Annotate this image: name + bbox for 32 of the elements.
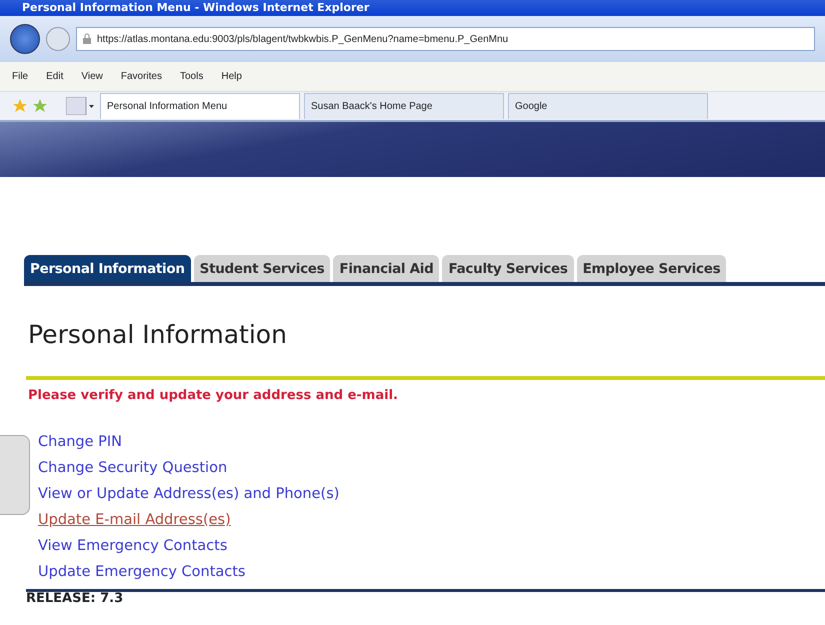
nav-tab[interactable]: Student Services (194, 255, 330, 282)
nav-tab[interactable]: Financial Aid (333, 255, 440, 282)
release-label: RELEASE: 7.3 (26, 589, 825, 606)
menu-link[interactable]: Change PIN (38, 429, 340, 456)
tab-list-icon[interactable] (66, 97, 96, 115)
notice-text: Please verify and update your address and e-mail. (28, 386, 399, 405)
star-icon[interactable] (12, 98, 28, 114)
address-field[interactable]: https://atlas.montana.edu:9003/pls/blagent/twbkwbis.P_GenMenu?name=bmenu.P_GenMnu (76, 27, 815, 51)
menu-item[interactable]: File (12, 69, 28, 84)
menu-item[interactable]: View (81, 69, 103, 84)
menu-link[interactable]: Change Security Question (38, 455, 340, 482)
nav-tab[interactable]: Personal Information (24, 255, 191, 282)
forward-button[interactable] (46, 27, 70, 51)
menu-item[interactable]: Tools (180, 69, 204, 84)
browser-tab[interactable]: Google (508, 93, 708, 119)
menu-item[interactable]: Help (221, 69, 242, 84)
back-button[interactable] (10, 24, 40, 54)
menu-item[interactable]: Edit (46, 69, 64, 84)
add-favorite-icon[interactable] (32, 98, 48, 114)
browser-tab[interactable]: Personal Information Menu (100, 93, 300, 119)
side-handle[interactable] (0, 435, 30, 516)
lock-icon (81, 33, 93, 45)
menu-link[interactable]: View or Update Address(es) and Phone(s) (38, 481, 340, 508)
menu-link[interactable]: View Emergency Contacts (38, 533, 340, 560)
menu-item[interactable]: Favorites (120, 69, 162, 84)
nav-tab[interactable]: Employee Services (576, 255, 726, 282)
nav-tab[interactable]: Faculty Services (442, 255, 574, 282)
browser-tab[interactable]: Susan Baack's Home Page (304, 93, 504, 119)
window-title: Personal Information Menu - Windows Internet Explorer (0, 0, 825, 16)
page-heading: Personal Information (28, 319, 288, 352)
menu-link[interactable]: Update E-mail Address(es) (38, 507, 340, 534)
menu-link[interactable]: Update Emergency Contacts (38, 559, 340, 586)
